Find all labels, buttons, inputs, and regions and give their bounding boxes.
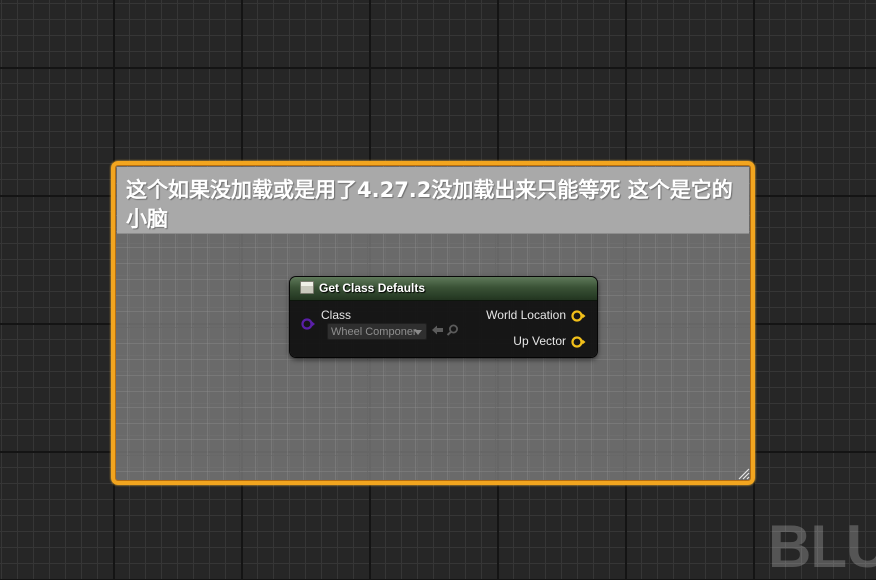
browse-search-icon[interactable] <box>446 324 459 336</box>
get-class-defaults-node[interactable]: Get Class Defaults Class Wheel Componer … <box>290 277 597 357</box>
chevron-down-icon <box>414 330 422 335</box>
blueprint-watermark: BLU <box>768 513 876 580</box>
class-select-dropdown[interactable]: Wheel Componer <box>327 323 427 340</box>
class-pin-label: Class <box>321 308 352 322</box>
use-selected-arrow-icon[interactable] <box>431 324 444 336</box>
class-select-value: Wheel Componer <box>331 326 417 338</box>
up-vector-pin-label: Up Vector <box>513 334 566 348</box>
world-location-output-pin-icon[interactable] <box>570 309 587 323</box>
world-location-pin-label: World Location <box>486 308 566 322</box>
class-defaults-icon <box>300 281 314 294</box>
class-input-pin-icon[interactable] <box>300 317 316 331</box>
node-title: Get Class Defaults <box>319 281 426 295</box>
resize-grip-icon[interactable] <box>736 466 750 480</box>
node-header[interactable]: Get Class Defaults <box>290 277 597 301</box>
comment-header[interactable]: 这个如果没加载或是用了4.27.2没加载出来只能等死 这个是它的小脑 <box>117 167 749 234</box>
comment-text[interactable]: 这个如果没加载或是用了4.27.2没加载出来只能等死 这个是它的小脑 <box>126 176 741 234</box>
up-vector-output-pin-icon[interactable] <box>570 335 587 349</box>
